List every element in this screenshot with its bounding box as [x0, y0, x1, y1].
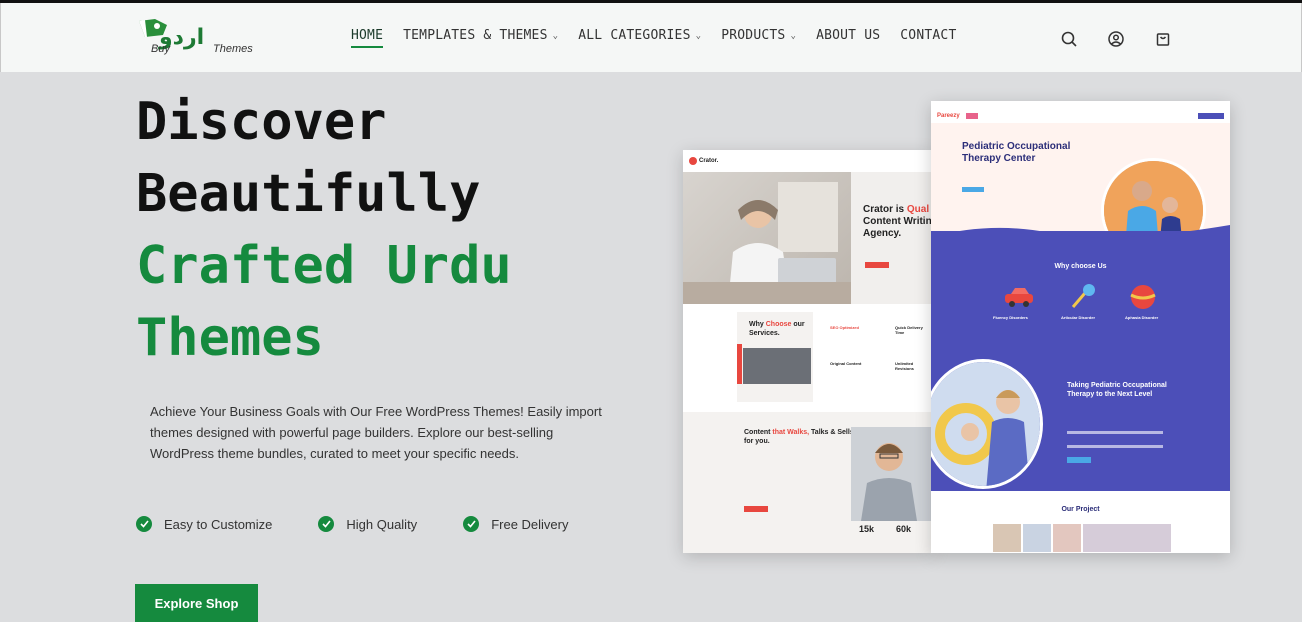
pareezy-service-label: Aphasia Disorder: [1125, 315, 1159, 320]
crator-preview-nav: Crator.: [683, 150, 933, 172]
rattle-icon: [1069, 283, 1097, 309]
crator-hero-heading: Crator is Qual Content Writin Agency.: [863, 204, 933, 240]
chevron-down-icon: ⌄: [695, 30, 702, 41]
crator-logo: Crator.: [689, 157, 718, 165]
crator-content-heading: Content that Walks, Talks & Sells for yo…: [744, 428, 856, 446]
pareezy-hero-title: Pediatric Occupational Therapy Center: [962, 141, 1071, 164]
crator-why-heading: Why Choose our Services.: [749, 320, 819, 338]
pareezy-project-thumb: [1083, 524, 1171, 552]
nav-all-categories[interactable]: ALL CATEGORIES ⌄: [578, 28, 701, 43]
hero-title-line-1: Discover: [136, 92, 387, 152]
check-icon: [463, 516, 480, 532]
feature-list: Easy to Customize High Quality Free Deli…: [136, 516, 614, 532]
nav-home-label: HOME: [351, 28, 384, 43]
pareezy-nav-home: [965, 113, 978, 119]
check-icon: [136, 516, 152, 532]
nav-templates-label: TEMPLATES & THEMES: [403, 28, 548, 43]
pareezy-preview-projects: Our Project: [931, 496, 1230, 553]
crator-services-photo: [743, 348, 811, 384]
nav-about-label: ABOUT US: [816, 28, 881, 43]
crator-content-accent: that Walks,: [772, 429, 810, 436]
pareezy-project-thumb: [993, 524, 1021, 552]
pareezy-project-heading: Our Project: [1061, 506, 1100, 513]
check-icon: [318, 516, 335, 532]
pareezy-service-label: Fluency Disorders: [993, 315, 1028, 320]
nav-contact[interactable]: CONTACT: [900, 28, 956, 43]
crator-why-part: Why: [749, 321, 766, 328]
pareezy-project-thumb: [1023, 524, 1051, 552]
pareezy-section-title: Taking Pediatric Occupational Therapy to…: [1067, 382, 1167, 398]
pareezy-why-heading: Why choose Us: [1054, 263, 1107, 270]
pareezy-section-button: [1067, 457, 1091, 463]
crator-preview-content: Content that Walks, Talks & Sells for yo…: [683, 412, 933, 553]
crator-theme-preview[interactable]: Crator. Crator is Qual Content Writin Ag…: [683, 150, 933, 553]
hero-description: Achieve Your Business Goals with Our Fre…: [150, 404, 602, 461]
crator-logo-icon: [689, 157, 697, 165]
nav-home[interactable]: HOME: [351, 28, 384, 48]
crator-content-part: Content: [744, 429, 773, 436]
feature-label: Easy to Customize: [164, 516, 273, 532]
ball-icon: [1129, 283, 1157, 311]
crator-services-accent-bar: [737, 344, 742, 384]
crator-feature: Original Content: [830, 361, 862, 366]
crator-man-photo: [851, 427, 933, 521]
feature-item: Easy to Customize: [136, 516, 272, 532]
pareezy-project-thumb: [1053, 524, 1081, 552]
nav-products-label: PRODUCTS: [721, 28, 786, 43]
crator-feature: SEO Optimized: [830, 325, 859, 330]
feature-label: Free Delivery: [491, 516, 569, 532]
crator-stat: 15k: [859, 524, 875, 534]
user-icon[interactable]: [1106, 29, 1126, 49]
logo-themes-text: Themes: [213, 43, 253, 55]
search-icon[interactable]: [1059, 29, 1079, 49]
pareezy-hero-button: [962, 187, 984, 192]
crator-why-accent: Choose: [765, 321, 792, 328]
header-actions: [1059, 29, 1173, 49]
crator-heading-part: Agency.: [863, 228, 902, 239]
crator-hero-photo: [683, 172, 851, 304]
crator-heading-accent: Qual: [906, 204, 930, 215]
crator-heading-part: Content Writin: [863, 216, 932, 227]
nav-contact-label: CONTACT: [900, 28, 957, 43]
feature-item: Free Delivery: [463, 516, 568, 532]
nav-about-us[interactable]: ABOUT US: [816, 28, 880, 43]
site-header: اردو Buy Themes HOME TEMPLATES & THEMES ⌄…: [0, 3, 1302, 72]
crator-logo-text: Crator.: [699, 158, 719, 164]
nav-templates-themes[interactable]: TEMPLATES & THEMES ⌄: [403, 28, 558, 43]
site-logo[interactable]: اردو Buy Themes: [137, 17, 253, 59]
chevron-down-icon: ⌄: [790, 30, 797, 41]
logo-buy-text: Buy: [151, 43, 170, 55]
hero-title: Discover Beautifully Crafted Urdu Themes: [136, 86, 512, 374]
car-icon: [1001, 286, 1037, 308]
crator-preview-hero: Crator is Qual Content Writin Agency.: [683, 172, 933, 304]
explore-shop-button[interactable]: Explore Shop: [135, 584, 258, 622]
cart-icon[interactable]: [1153, 29, 1173, 49]
pareezy-preview-nav: Pareezy: [931, 101, 1230, 123]
crator-hero-button[interactable]: [865, 262, 889, 268]
pareezy-theme-preview[interactable]: Pareezy Pediatric Occupational Therapy C…: [931, 101, 1230, 553]
pareezy-logo: Pareezy: [937, 113, 960, 119]
nav-products[interactable]: PRODUCTS ⌄: [721, 28, 796, 43]
crator-heading-part: Crator is: [863, 204, 907, 215]
hero-title-line-4: Themes: [136, 308, 324, 368]
feature-item: High Quality: [318, 516, 417, 532]
crator-feature: Quick Delivery Time: [895, 325, 923, 335]
hero-title-line-3: Crafted Urdu: [136, 236, 512, 296]
crator-stat: 60k: [896, 524, 912, 534]
pareezy-progress-bar: [1067, 431, 1163, 434]
pareezy-nav-button: [1198, 113, 1224, 119]
crator-content-button[interactable]: [744, 506, 768, 512]
crator-feature: Unlimited Revisions: [895, 361, 914, 371]
pareezy-progress-bar: [1067, 445, 1163, 448]
nav-categories-label: ALL CATEGORIES: [578, 28, 691, 43]
crator-preview-services: Why Choose our Services. SEO Optimized Q…: [683, 304, 933, 412]
hero-title-line-2: Beautifully: [136, 164, 481, 224]
chevron-down-icon: ⌄: [552, 30, 559, 41]
pareezy-service-label: Articular Disorder: [1061, 315, 1096, 320]
feature-label: High Quality: [346, 516, 418, 532]
main-nav: HOME TEMPLATES & THEMES ⌄ ALL CATEGORIES ⌄…: [351, 28, 976, 48]
